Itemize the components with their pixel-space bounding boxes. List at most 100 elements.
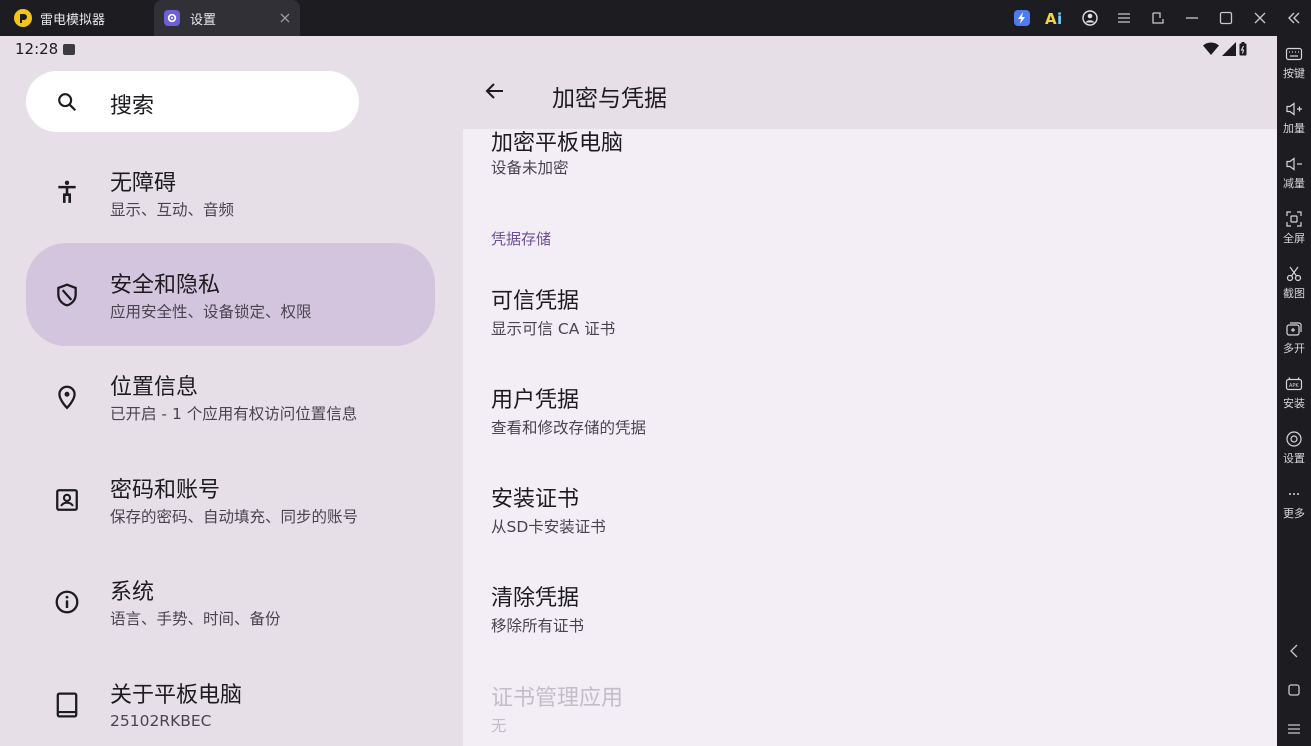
- status-clock: 12:28: [15, 40, 59, 58]
- settings-button[interactable]: 设置: [1277, 426, 1311, 480]
- sidebar-item-subtitle: 25102RKBEC: [110, 712, 212, 730]
- sidebar-item-title: 密码和账号: [110, 478, 221, 503]
- close-button[interactable]: [1243, 0, 1277, 36]
- toolbar-label: 全屏: [1283, 232, 1305, 245]
- android-screen: 搜索 无障碍 显示、互动、音频 安全和隐私 应用安全性、设备锁定、权限 位置信息…: [0, 36, 1277, 746]
- pref-title: 加密平板电脑: [491, 131, 624, 156]
- multi-window-icon: [1286, 322, 1302, 336]
- ai-button[interactable]: Ai: [1039, 0, 1073, 36]
- emulator-titlebar: 雷电模拟器 设置 Ai: [0, 0, 1311, 36]
- toolbar-label: 按键: [1283, 67, 1305, 80]
- pref-title: 安装证书: [491, 487, 580, 512]
- location-pin-icon: [58, 385, 76, 410]
- toolbar-label: 加量: [1283, 122, 1305, 135]
- nav-recents-icon[interactable]: [1286, 721, 1302, 737]
- pref-subtitle: 显示可信 CA 证书: [491, 320, 616, 338]
- maximize-icon: [1219, 11, 1233, 25]
- sidebar-item-subtitle: 显示、互动、音频: [110, 201, 235, 219]
- sidebar-item-title: 系统: [110, 580, 155, 605]
- collapse-sidebar-button[interactable]: [1277, 0, 1311, 36]
- ldplayer-logo-icon: [14, 9, 32, 27]
- sidebar-item-passwords-accounts[interactable]: 密码和账号 保存的密码、自动填充、同步的账号: [26, 448, 435, 551]
- pref-title: 清除凭据: [491, 586, 580, 611]
- lightning-icon: [1014, 10, 1030, 26]
- ai-icon: Ai: [1045, 10, 1062, 26]
- nav-home-icon[interactable]: [1286, 682, 1302, 698]
- sidebar-item-subtitle: 已开启 - 1 个应用有权访问位置信息: [110, 405, 358, 423]
- search-placeholder: 搜索: [110, 94, 155, 119]
- sidebar-item-security-privacy[interactable]: 安全和隐私 应用安全性、设备锁定、权限: [26, 243, 435, 346]
- volume-up-button[interactable]: 加量: [1277, 96, 1311, 150]
- settings-tab[interactable]: 设置: [154, 0, 300, 36]
- minimize-button[interactable]: [1175, 0, 1209, 36]
- category-header: 凭据存储: [491, 230, 552, 248]
- toolbar-label: 安装: [1283, 397, 1305, 410]
- android-status-bar: 12:28: [0, 36, 1277, 64]
- svg-text:APK: APK: [1289, 383, 1299, 389]
- pref-subtitle: 无: [491, 717, 507, 735]
- close-icon: [1254, 12, 1266, 24]
- settings-tab-label: 设置: [190, 12, 217, 28]
- toolbar-label: 更多: [1283, 507, 1305, 520]
- settings-sidebar: 搜索 无障碍 显示、互动、音频 安全和隐私 应用安全性、设备锁定、权限 位置信息…: [0, 36, 463, 746]
- menu-button[interactable]: [1107, 0, 1141, 36]
- app-tab-label: 雷电模拟器: [40, 12, 106, 28]
- pref-subtitle: 查看和修改存储的凭据: [491, 419, 647, 437]
- sidebar-item-system[interactable]: 系统 语言、手势、时间、备份: [26, 550, 435, 653]
- install-apk-button[interactable]: APK 安装: [1277, 371, 1311, 425]
- tablet-icon: [56, 692, 78, 718]
- rotate-button[interactable]: [1141, 0, 1175, 36]
- tab-close-icon[interactable]: [278, 11, 292, 25]
- pref-title: 证书管理应用: [491, 686, 624, 711]
- settings-icon: [1286, 431, 1302, 447]
- page-title: 加密与凭据: [552, 86, 667, 112]
- search-icon: [58, 93, 77, 112]
- notification-icon: [63, 44, 75, 55]
- multi-instance-button[interactable]: 多开: [1277, 316, 1311, 370]
- emulator-side-toolbar: 按键 加量 减量 全屏 截图 多开 APK 安装 设置 更多: [1277, 36, 1311, 746]
- user-circle-icon: [1082, 10, 1098, 26]
- app-tab[interactable]: 雷电模拟器: [0, 0, 152, 36]
- wifi-icon: [1203, 42, 1219, 55]
- pref-subtitle: 设备未加密: [491, 159, 569, 177]
- preferences-list: 加密平板电脑 设备未加密 凭据存储 可信凭据 显示可信 CA 证书 用户凭据 查…: [463, 129, 1277, 746]
- battery-icon: [1239, 42, 1247, 56]
- volume-down-button[interactable]: 减量: [1277, 151, 1311, 205]
- apk-icon: APK: [1285, 377, 1303, 391]
- nav-back-icon[interactable]: [1286, 643, 1302, 659]
- rotate-screen-icon: [1152, 12, 1164, 24]
- sidebar-item-accessibility[interactable]: 无障碍 显示、互动、音频: [26, 141, 435, 244]
- keymap-button[interactable]: 按键: [1277, 41, 1311, 95]
- maximize-button[interactable]: [1209, 0, 1243, 36]
- sidebar-item-title: 关于平板电脑: [110, 683, 243, 708]
- volume-up-icon: [1286, 102, 1302, 116]
- fullscreen-icon: [1286, 211, 1302, 227]
- volume-down-icon: [1286, 157, 1302, 171]
- account-box-icon: [56, 489, 78, 511]
- scissors-icon: [1286, 266, 1302, 282]
- signal-icon: [1222, 42, 1236, 56]
- minimize-icon: [1186, 17, 1198, 19]
- search-bar[interactable]: 搜索: [26, 71, 359, 132]
- sidebar-item-title: 无障碍: [110, 171, 177, 196]
- sidebar-item-about-tablet[interactable]: 关于平板电脑 25102RKBEC: [26, 653, 435, 746]
- sidebar-item-location[interactable]: 位置信息 已开启 - 1 个应用有权访问位置信息: [26, 345, 435, 448]
- pref-subtitle: 从SD卡安装证书: [491, 518, 606, 536]
- sidebar-item-subtitle: 应用安全性、设备锁定、权限: [110, 303, 312, 321]
- info-icon: [55, 590, 79, 614]
- back-arrow-icon[interactable]: [483, 79, 507, 103]
- pref-subtitle: 移除所有证书: [491, 617, 585, 635]
- more-button[interactable]: 更多: [1277, 481, 1311, 535]
- settings-gear-icon: [164, 10, 180, 26]
- fullscreen-button[interactable]: 全屏: [1277, 206, 1311, 260]
- account-button[interactable]: [1073, 0, 1107, 36]
- toolbar-label: 减量: [1283, 177, 1305, 190]
- toolbar-label: 多开: [1283, 342, 1305, 355]
- status-icons: [1203, 42, 1247, 56]
- double-chevron-left-icon: [1288, 12, 1300, 24]
- screenshot-button[interactable]: 截图: [1277, 261, 1311, 315]
- svg-text:A: A: [1045, 10, 1057, 26]
- accessibility-icon: [58, 180, 76, 203]
- boost-button[interactable]: [1005, 0, 1039, 36]
- pref-title: 用户凭据: [491, 388, 580, 413]
